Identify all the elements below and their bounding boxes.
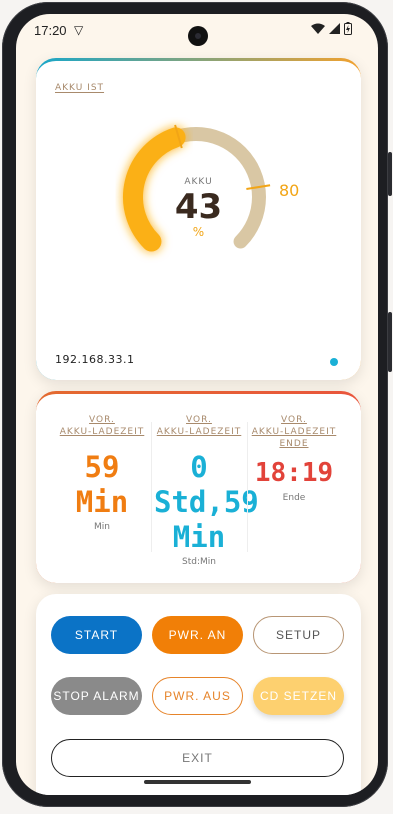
power-on-button[interactable]: PWR. AN [152,616,243,654]
ip-address: 192.168.33.1 [55,353,135,366]
connection-indicator [330,358,338,366]
col1-label: AKKU-LADEZEIT [59,427,145,437]
start-button[interactable]: START [51,616,142,654]
col3-label-extra: ENDE [279,439,309,449]
battery-charging-icon [344,22,352,38]
home-indicator[interactable] [144,780,251,784]
stop-alarm-button[interactable]: STOP ALARM [51,677,142,715]
column-divider [247,422,248,552]
status-time: 17:20 [34,23,67,38]
controls-card: START PWR. AN SETUP STOP ALARM PWR. AUS … [36,594,361,795]
akku-ist-label: AKKU IST [55,83,105,93]
charging-times-card: VOR. AKKU-LADEZEIT 59 Min Min VOR. AKKU-… [36,391,361,583]
cd-setzen-button[interactable]: CD SETZEN [253,677,344,715]
front-camera [188,26,208,46]
time-column-min: VOR. AKKU-LADEZEIT 59 Min Min [58,414,146,532]
battery-value: 43 [174,187,223,227]
col3-sub: Ende [282,493,306,503]
col3-value: 18:19 [254,458,334,488]
setup-button[interactable]: SETUP [253,616,344,654]
col2-label: AKKU-LADEZEIT [156,427,242,437]
exit-button[interactable]: EXIT [51,739,344,777]
col1-label-top: VOR. [89,415,115,425]
time-column-ende: VOR. AKKU-LADEZEIT ENDE 18:19 Ende [250,414,338,503]
col1-sub: Min [94,522,110,532]
phone-frame: 17:20 ▽ AKKU IST AKKU 43 % 80 192.168.33… [2,2,392,807]
vpn-icon: ▽ [74,23,84,37]
app-screen: 17:20 ▽ AKKU IST AKKU 43 % 80 192.168.33… [16,14,378,795]
time-column-stdmin: VOR. AKKU-LADEZEIT 0 Std,59 Min Std:Min [154,414,259,567]
wifi-icon [311,23,325,37]
column-divider [151,422,152,552]
col1-value: 59 Min [75,450,129,519]
col2-sub: Std:Min [182,557,216,567]
target-value: 80 [279,181,300,200]
gauge-label: AKKU [184,177,213,187]
power-off-button[interactable]: PWR. AUS [152,677,243,715]
battery-unit: % [192,225,205,239]
volume-button [388,152,392,196]
col2-label-top: VOR. [186,415,212,425]
col2-value: 0 Std,59 Min [154,450,259,554]
status-bar: 17:20 ▽ [16,14,378,48]
status-icons [311,22,352,38]
col3-label: AKKU-LADEZEIT [251,427,337,437]
signal-icon [329,23,340,37]
battery-card: AKKU IST AKKU 43 % 80 192.168.33.1 [36,58,361,380]
col3-label-top: VOR. [281,415,307,425]
power-button [388,312,392,372]
